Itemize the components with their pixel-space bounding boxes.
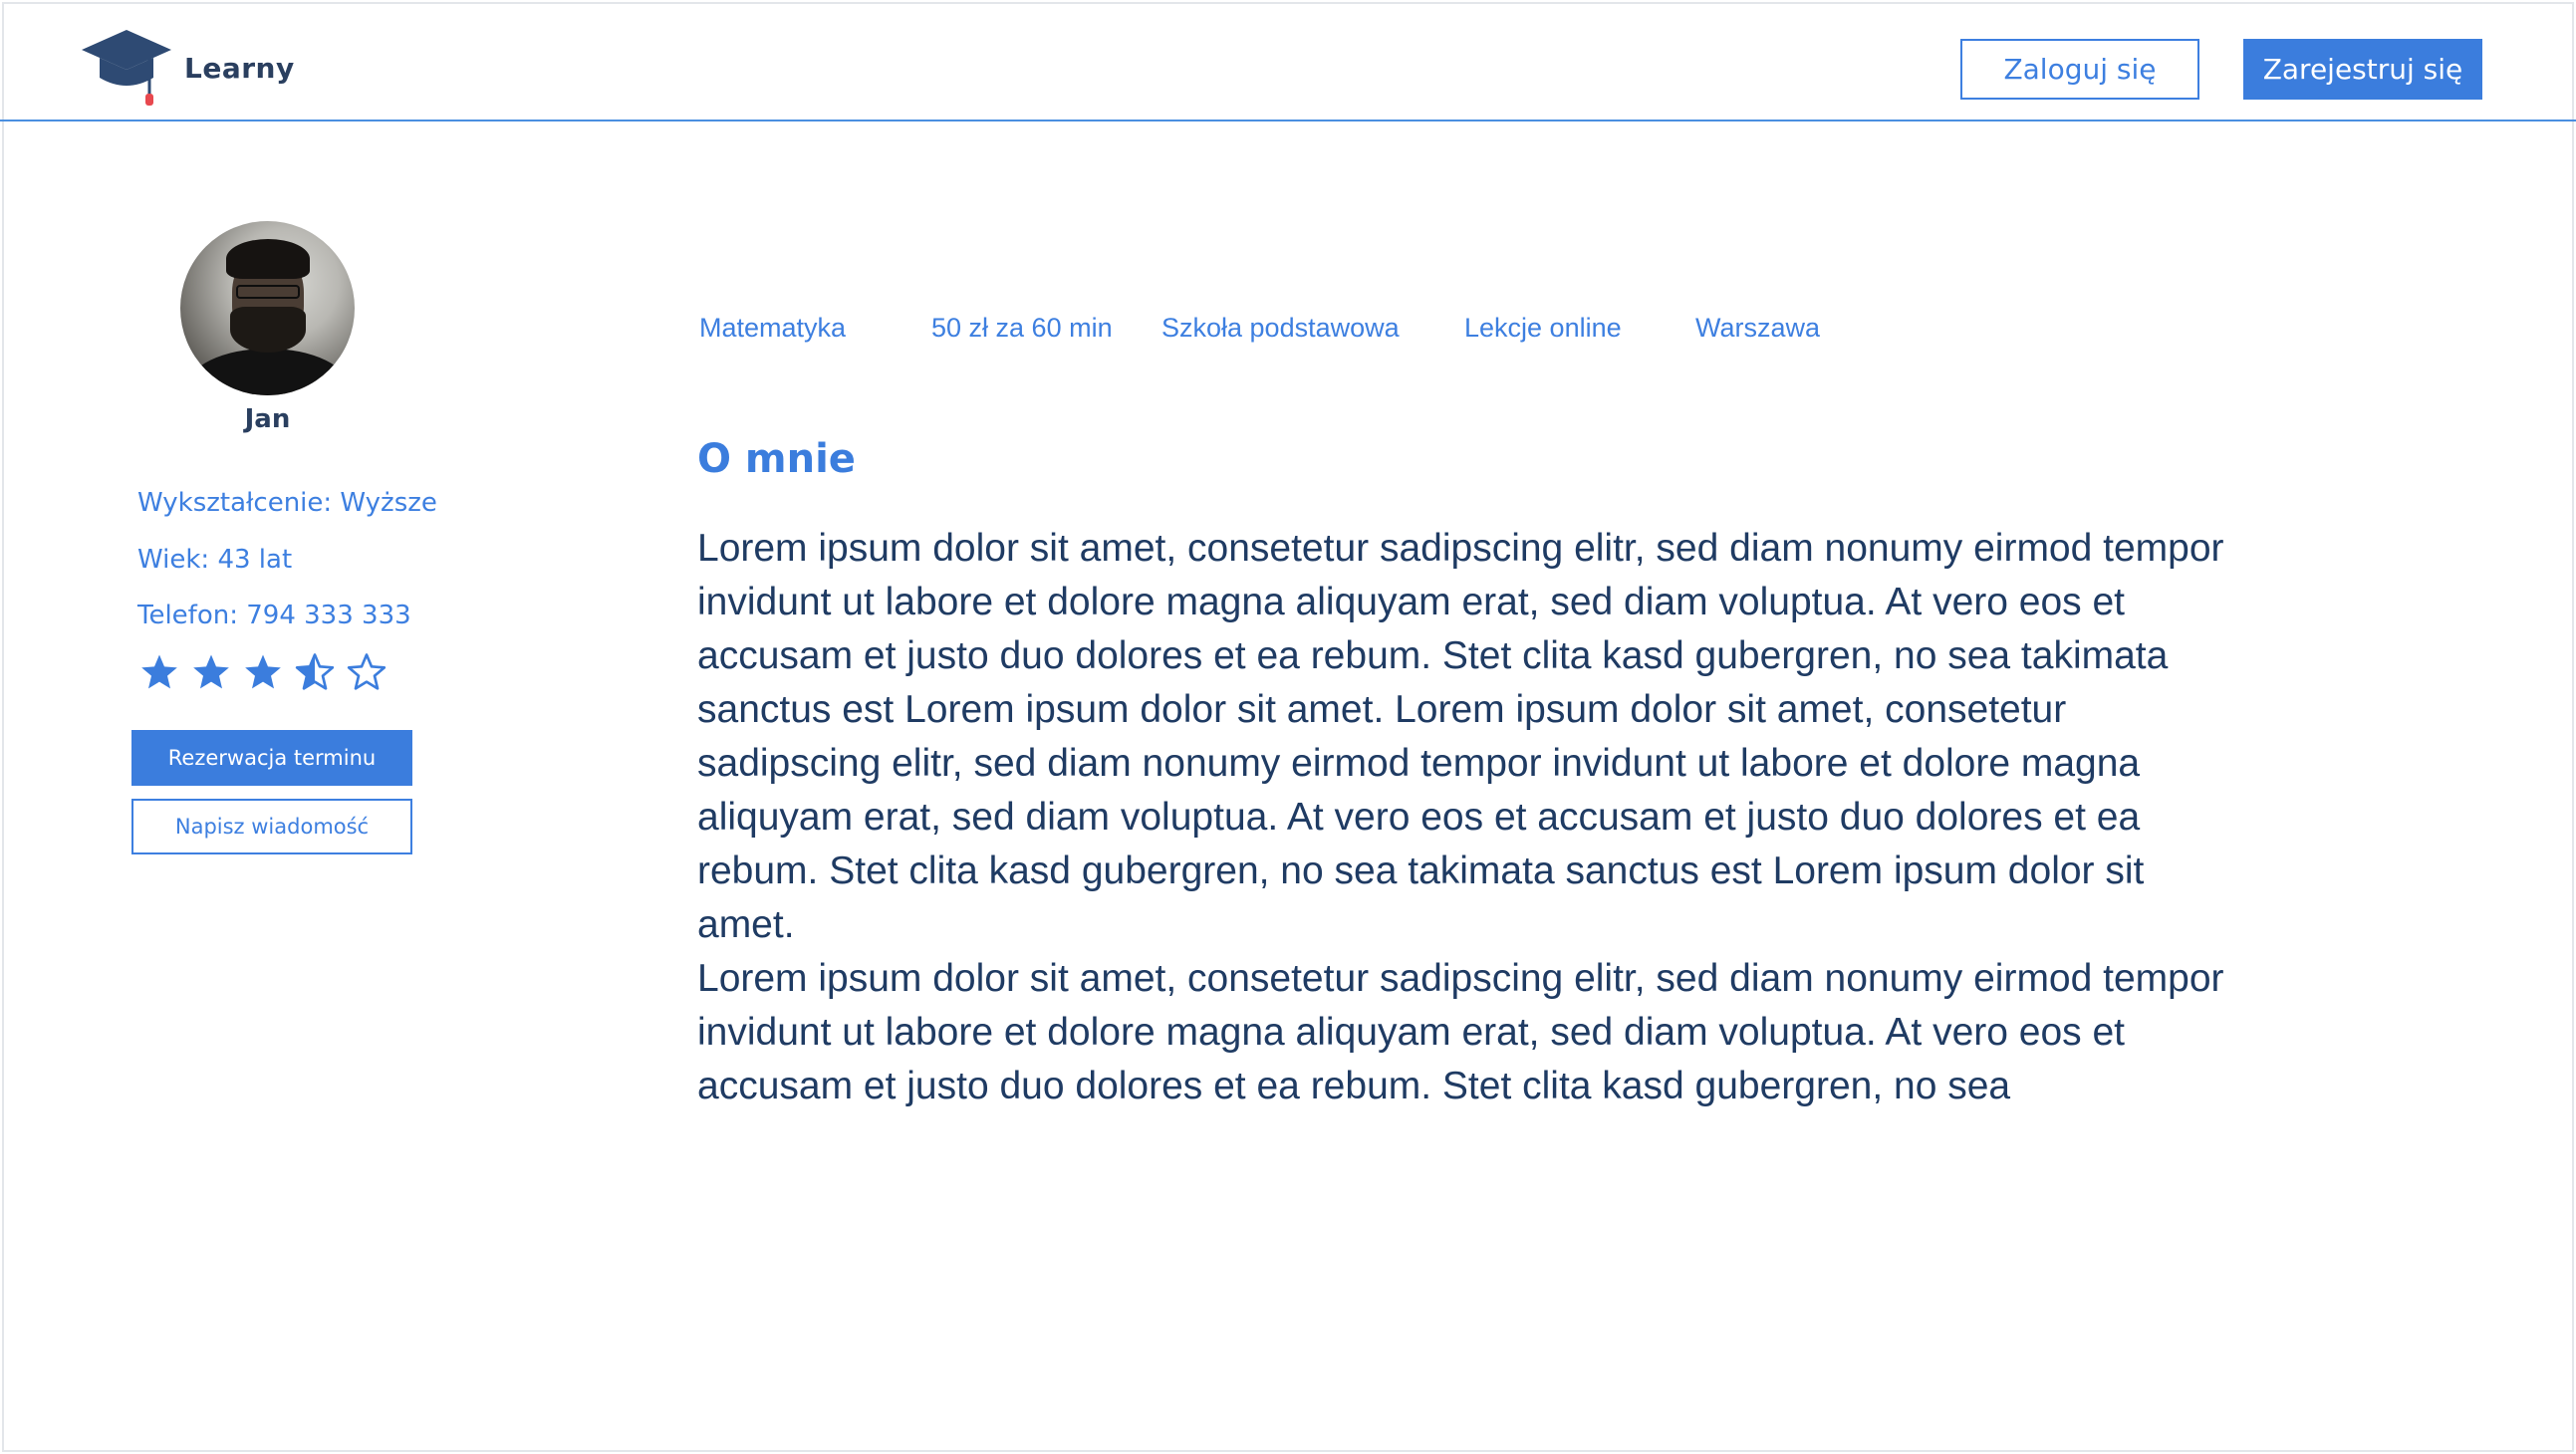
- reserve-button[interactable]: Rezerwacja terminu: [131, 730, 412, 786]
- star-icon: [245, 654, 281, 689]
- tag-city: Warszawa: [1695, 313, 1821, 343]
- brand-name: Learny: [184, 51, 295, 85]
- star-half-icon: [295, 653, 335, 690]
- tag-subject: Matematyka: [699, 313, 847, 343]
- star-empty-icon: [347, 653, 386, 690]
- about-text: Lorem ipsum dolor sit amet, consetetur s…: [697, 522, 2231, 1113]
- education-info: Wykształcenie: Wyższe: [137, 488, 437, 518]
- message-button[interactable]: Napisz wiadomość: [131, 799, 412, 854]
- top-navbar: Learny Zaloguj się Zarejestruj się: [0, 0, 2576, 121]
- tutor-name: Jan: [244, 404, 291, 434]
- rating-stars: [139, 652, 386, 692]
- age-info: Wiek: 43 lat: [137, 545, 293, 575]
- about-paragraph: Lorem ipsum dolor sit amet, consetetur s…: [697, 527, 2224, 946]
- tag-mode: Lekcje online: [1464, 313, 1622, 343]
- tag-level: Szkoła podstawowa: [1161, 313, 1400, 343]
- about-paragraph: Lorem ipsum dolor sit amet, consetetur s…: [697, 957, 2224, 1107]
- graduation-cap-icon: [82, 30, 171, 106]
- star-icon: [193, 654, 229, 689]
- tag-price: 50 zł za 60 min: [931, 313, 1113, 343]
- about-heading: O mnie: [697, 436, 856, 482]
- brand-logo[interactable]: Learny: [80, 26, 295, 110]
- register-button[interactable]: Zarejestruj się: [2243, 39, 2482, 100]
- login-button[interactable]: Zaloguj się: [1960, 39, 2199, 100]
- star-icon: [141, 654, 177, 689]
- avatar: [180, 221, 355, 395]
- phone-info: Telefon: 794 333 333: [137, 601, 411, 630]
